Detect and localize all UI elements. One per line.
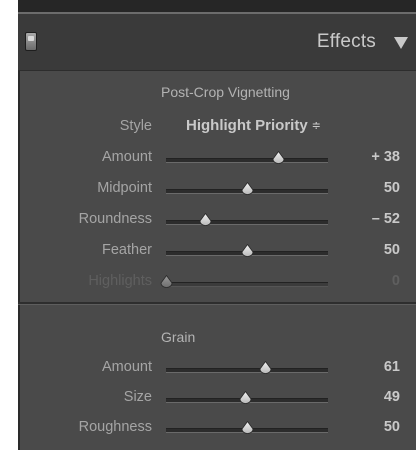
slider-track[interactable] [166,151,328,164]
slider-track[interactable] [166,182,328,195]
slider-value[interactable]: + 38 [371,149,400,165]
triangle-down-icon[interactable] [394,37,408,49]
panel-switch-icon[interactable] [25,32,37,51]
slider-thumb[interactable] [241,421,254,434]
slider-track[interactable] [166,213,328,226]
slider-track[interactable] [166,244,328,257]
panel-top-bar [18,0,416,12]
slider-value[interactable]: 50 [384,419,400,435]
slider-value[interactable]: 50 [384,242,400,258]
slider-row-feather: Feather 50 [18,240,416,264]
slider-track[interactable] [166,361,328,374]
style-label: Style [119,118,152,134]
slider-label: Amount [102,149,152,165]
panel-header[interactable]: Effects [18,14,416,71]
slider-label: Size [123,389,152,405]
slider-row-amount: Amount + 38 [18,147,416,171]
slider-value: 0 [391,273,400,289]
slider-label: Feather [102,242,152,258]
slider-label: Amount [102,359,152,375]
slider-row-roundness: Roundness – 52 [18,209,416,233]
slider-value[interactable]: 49 [384,389,400,405]
slider-thumb[interactable] [259,361,272,374]
slider-label: Midpoint [97,180,152,196]
slider-track [160,275,328,288]
slider-label: Highlights [88,273,152,289]
slider-thumb[interactable] [241,244,254,257]
slider-value[interactable]: – 52 [372,211,400,227]
slider-thumb[interactable] [272,151,285,164]
vignetting-heading: Post-Crop Vignetting [161,84,290,100]
slider-row-midpoint: Midpoint 50 [18,178,416,202]
slider-thumb [160,275,173,288]
slider-row-amount: Amount 61 [18,357,416,381]
up-down-arrows-icon: ≑ [311,120,321,132]
slider-label: Roundness [78,211,152,227]
slider-row-roughness: Roughness 50 [18,417,416,441]
slider-value[interactable]: 61 [384,359,400,375]
slider-thumb[interactable] [241,182,254,195]
style-select[interactable]: Highlight Priority ≑ [186,117,321,134]
slider-row-highlights: Highlights 0 [18,271,416,295]
slider-track[interactable] [166,391,328,404]
grain-heading: Grain [161,329,196,345]
style-select-value: Highlight Priority [186,117,308,134]
panel-title: Effects [316,31,376,52]
slider-thumb[interactable] [239,391,252,404]
effects-panel: Effects Post-Crop Vignetting Style Highl… [18,0,416,450]
slider-thumb[interactable] [199,213,212,226]
slider-value[interactable]: 50 [384,180,400,196]
style-row: Style Highlight Priority ≑ [18,116,416,140]
slider-track[interactable] [166,421,328,434]
slider-row-size: Size 49 [18,387,416,411]
slider-label: Roughness [78,419,152,435]
section-divider [18,302,416,305]
